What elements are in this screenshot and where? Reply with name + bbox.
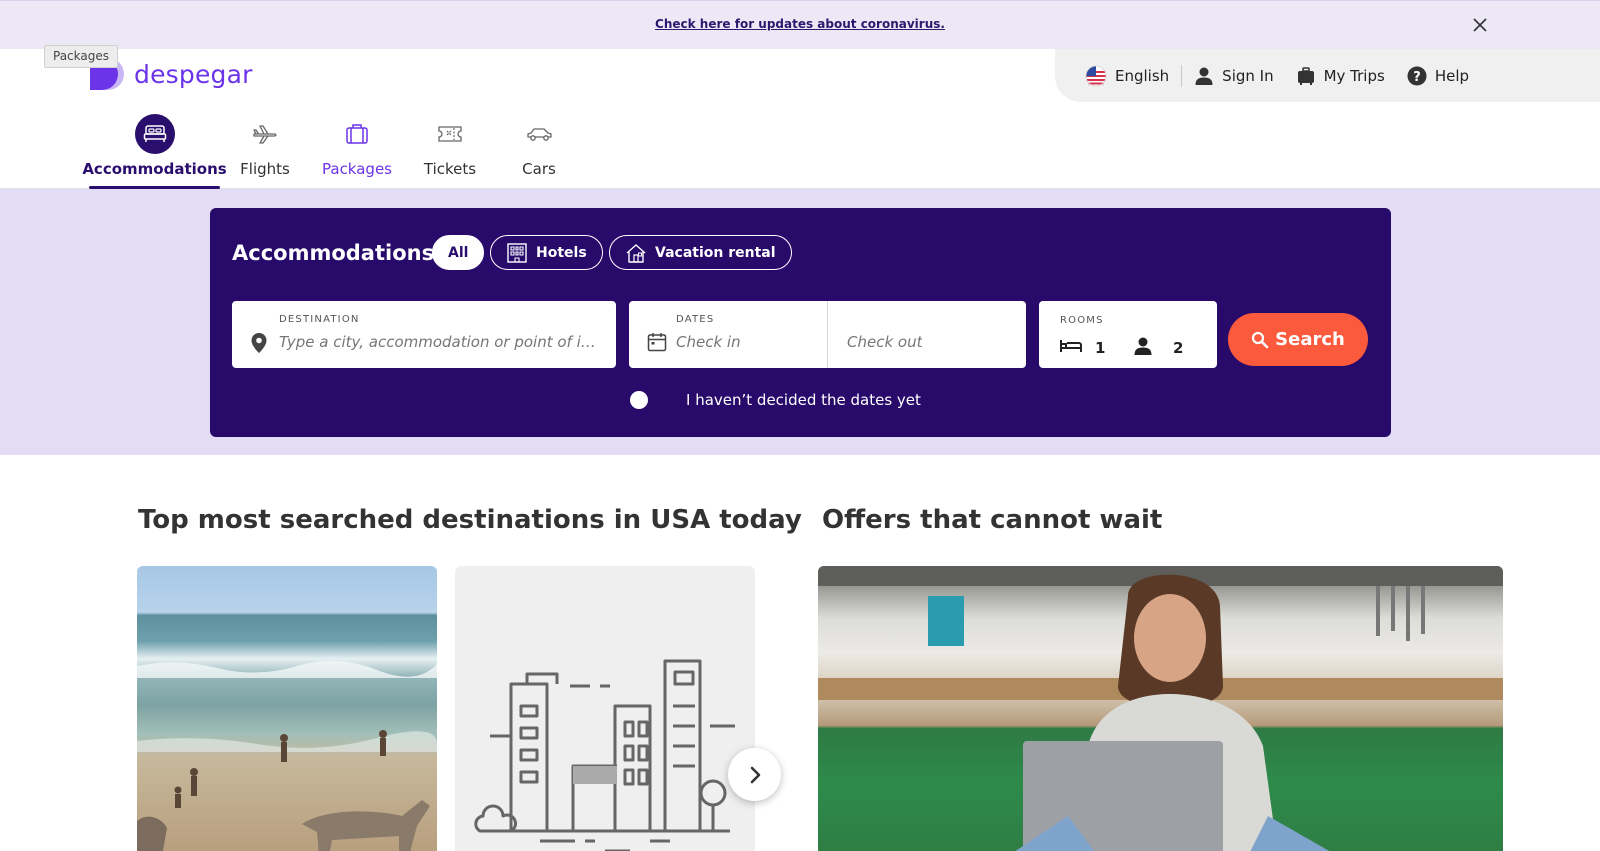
my-trips-label: My Trips	[1323, 66, 1385, 85]
coronavirus-banner: Check here for updates about coronavirus…	[0, 0, 1600, 49]
destination-label: DESTINATION	[279, 314, 360, 325]
sign-in-link[interactable]: Sign In	[1194, 66, 1274, 86]
offers-heading: Offers that cannot wait	[822, 505, 1163, 535]
my-trips-link[interactable]: My Trips	[1296, 66, 1385, 86]
tab-tickets[interactable]: Tickets	[418, 114, 482, 189]
help-link[interactable]: ? Help	[1407, 66, 1469, 86]
tab-label: Tickets	[423, 160, 477, 178]
no-dates-label: I haven’t decided the dates yet	[686, 391, 921, 409]
beach-photo	[137, 660, 437, 851]
check-in-input[interactable]: Check in	[676, 333, 741, 351]
language-selector[interactable]: English	[1085, 65, 1169, 87]
search-icon	[1252, 331, 1269, 348]
dates-label: DATES	[676, 314, 715, 325]
city-illustration-icon	[474, 659, 735, 851]
filter-label: Vacation rental	[655, 244, 776, 261]
tab-label: Packages	[322, 160, 392, 178]
user-toolbar: English Sign In My Trips ? Help	[1055, 49, 1600, 102]
filter-label: Hotels	[536, 244, 587, 261]
help-label: Help	[1434, 66, 1470, 85]
no-dates-radio[interactable]	[630, 391, 648, 409]
divider	[1181, 64, 1183, 87]
plane-icon	[245, 114, 285, 154]
svg-text:?: ?	[1413, 70, 1421, 85]
top-destinations-heading: Top most searched destinations in USA to…	[138, 505, 802, 535]
bed-icon	[1059, 338, 1083, 358]
dates-field: DATES Check in Check out	[629, 301, 1026, 368]
guests-count: 2	[1173, 339, 1184, 357]
sign-in-label: Sign In	[1222, 66, 1274, 85]
filter-all[interactable]: All	[432, 235, 485, 270]
rooms-label: ROOMS	[1060, 315, 1104, 326]
tab-label: Cars	[522, 160, 556, 178]
coronavirus-updates-link[interactable]: Check here for updates about coronavirus…	[0, 17, 1600, 31]
filter-label: All	[448, 244, 469, 261]
destination-card-beach[interactable]	[137, 566, 437, 851]
location-pin-icon	[250, 332, 268, 358]
destination-card-city[interactable]	[455, 566, 755, 851]
offer-photo	[818, 566, 1503, 851]
dates-divider	[827, 301, 828, 368]
house-icon	[626, 243, 646, 263]
help-icon: ?	[1407, 66, 1427, 85]
brand-name: despegar	[134, 59, 253, 89]
product-nav: Accommodations Flights Packages Tickets	[0, 102, 1600, 189]
tab-label: Accommodations	[82, 160, 227, 178]
user-icon	[1195, 67, 1213, 85]
search-button[interactable]: Search	[1228, 313, 1368, 366]
suitcase-icon	[337, 114, 377, 154]
filter-vacation-rental[interactable]: Vacation rental	[609, 235, 792, 270]
car-icon	[519, 114, 559, 154]
no-dates-option[interactable]: I haven’t decided the dates yet	[630, 391, 921, 409]
language-label: English	[1115, 66, 1170, 85]
tab-cars[interactable]: Cars	[516, 114, 562, 189]
rooms-count: 1	[1095, 339, 1106, 357]
close-icon[interactable]	[1470, 15, 1490, 35]
destination-input[interactable]: Type a city, accommodation or point of i…	[279, 333, 599, 351]
guest-icon	[1133, 336, 1153, 360]
suitcase-icon	[1297, 66, 1314, 85]
tab-label: Flights	[240, 160, 290, 178]
search-form: Accommodations All Hotels Vacation renta…	[210, 208, 1391, 437]
filter-hotels[interactable]: Hotels	[490, 235, 603, 270]
calendar-icon	[647, 332, 667, 356]
bed-icon	[134, 114, 175, 154]
ticket-icon	[430, 114, 470, 154]
tab-accommodations[interactable]: Accommodations	[82, 114, 227, 189]
search-title: Accommodations	[232, 241, 435, 265]
search-button-label: Search	[1275, 329, 1345, 350]
destination-field[interactable]: DESTINATION Type a city, accommodation o…	[232, 301, 616, 368]
check-out-input[interactable]: Check out	[847, 333, 922, 351]
carousel-next-button[interactable]	[728, 748, 781, 801]
us-flag-icon	[1085, 65, 1107, 86]
tab-flights[interactable]: Flights	[236, 114, 294, 189]
chevron-right-icon	[750, 766, 760, 783]
rooms-guests-field[interactable]: ROOMS 1 2	[1039, 301, 1217, 368]
offer-card[interactable]	[818, 566, 1503, 851]
packages-tooltip: Packages	[44, 45, 118, 68]
hotel-icon	[507, 242, 527, 263]
tab-packages[interactable]: Packages	[320, 114, 394, 189]
